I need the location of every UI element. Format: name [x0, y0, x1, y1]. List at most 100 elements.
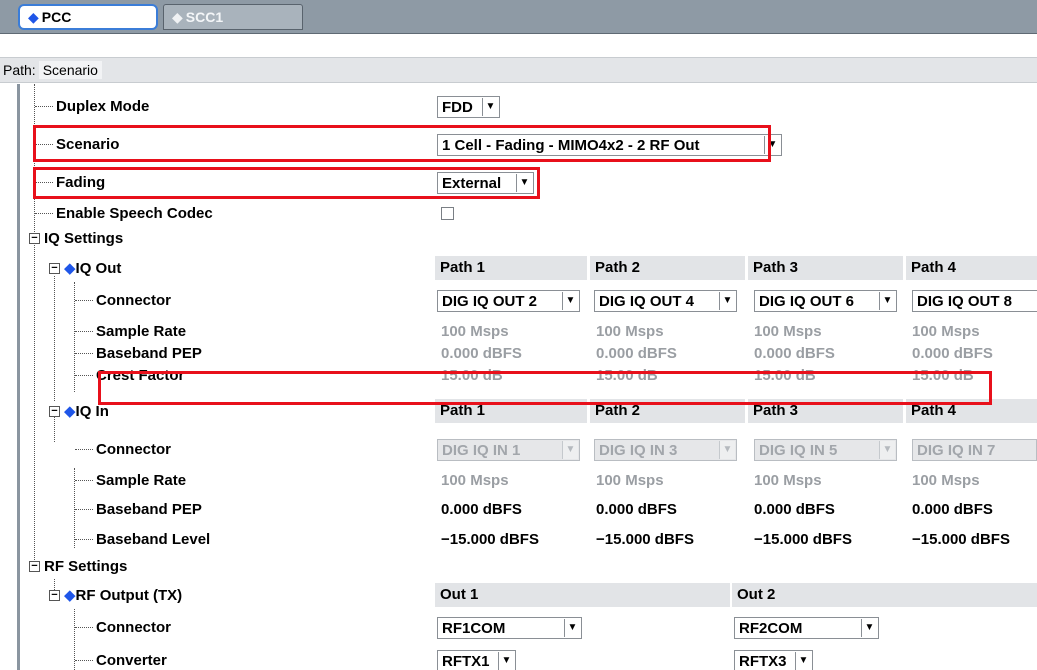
- value: 100 Msps: [754, 472, 822, 489]
- dropdown-value: DIG IQ OUT 6: [759, 292, 855, 310]
- row-iq-out: − ◆IQ Out Path 1 Path 2 Path 3 Path 4: [20, 256, 1037, 281]
- row-iq-in: − ◆IQ In Path 1 Path 2 Path 3 Path 4: [20, 399, 1037, 424]
- scenario-value: 1 Cell - Fading - MIMO4x2 - 2 RF Out: [442, 136, 700, 154]
- iq-out-path-2: Path 2: [590, 256, 745, 280]
- iq-out-text: IQ Out: [75, 260, 122, 277]
- chevron-down-icon: ▼: [879, 441, 895, 459]
- iq-out-connector-dropdown-4[interactable]: DIG IQ OUT 8: [912, 290, 1037, 312]
- chevron-down-icon: ▼: [719, 441, 735, 459]
- rf-output-label: ◆RF Output (TX): [64, 583, 183, 608]
- diamond-icon: ◆: [28, 8, 39, 25]
- row-rf-connector: Connector RF1COM ▼ RF2COM ▼: [20, 615, 1037, 640]
- chevron-down-icon: ▼: [516, 174, 532, 192]
- iq-in-path-2: Path 2: [590, 399, 745, 423]
- rf-settings-label: RF Settings: [44, 554, 128, 579]
- tab-scc1[interactable]: ◆ SCC1: [163, 4, 303, 30]
- dropdown-value: RFTX1: [442, 652, 490, 670]
- fading-value: External: [442, 174, 502, 192]
- dropdown-value: RF2COM: [739, 619, 803, 637]
- dropdown-value: RF1COM: [442, 619, 506, 637]
- iq-in-connector-dropdown-3[interactable]: DIG IQ IN 5 ▼: [754, 439, 897, 461]
- chevron-down-icon: ▼: [564, 619, 580, 637]
- rf-converter-dropdown-2[interactable]: RFTX3 ▼: [734, 650, 813, 670]
- row-iq-in-baseband-level: Baseband Level −15.000 dBFS −15.000 dBFS…: [20, 527, 1037, 552]
- iq-in-connector-dropdown-2[interactable]: DIG IQ IN 3 ▼: [594, 439, 737, 461]
- row-rf-output: − ◆RF Output (TX) Out 1 Out 2: [20, 583, 1037, 608]
- tab-pcc[interactable]: ◆ PCC: [18, 4, 158, 30]
- value: 100 Msps: [912, 472, 980, 489]
- diamond-icon: ◆: [64, 260, 76, 277]
- diamond-icon: ◆: [64, 403, 76, 420]
- iq-out-path-3: Path 3: [748, 256, 903, 280]
- value: 0.000 dBFS: [441, 501, 522, 518]
- iq-in-path-4: Path 4: [906, 399, 1037, 423]
- iq-in-path-1: Path 1: [435, 399, 587, 423]
- fading-dropdown[interactable]: External ▼: [437, 172, 534, 194]
- breadcrumb: Path: Scenario: [0, 57, 1037, 83]
- diamond-icon: ◆: [172, 8, 183, 25]
- value: 0.000 dBFS: [754, 501, 835, 518]
- row-iq-in-sample-rate: Sample Rate 100 Msps 100 Msps 100 Msps 1…: [20, 468, 1037, 493]
- scenario-dropdown[interactable]: 1 Cell - Fading - MIMO4x2 - 2 RF Out ▼: [437, 134, 782, 156]
- value: −15.000 dBFS: [596, 531, 694, 548]
- dropdown-value: RFTX3: [739, 652, 787, 670]
- row-iq-out-connector: Connector DIG IQ OUT 2 ▼ DIG IQ OUT 4 ▼ …: [20, 288, 1037, 313]
- rf-output-text: RF Output (TX): [75, 587, 183, 604]
- row-iq-in-baseband-pep: Baseband PEP 0.000 dBFS 0.000 dBFS 0.000…: [20, 497, 1037, 522]
- dropdown-value: DIG IQ OUT 8: [917, 292, 1013, 310]
- tab-bar: ◆ PCC ◆ SCC1: [0, 0, 1037, 34]
- collapse-icon[interactable]: −: [49, 590, 60, 601]
- iq-out-path-4: Path 4: [906, 256, 1037, 280]
- iq-out-connector-dropdown-2[interactable]: DIG IQ OUT 4 ▼: [594, 290, 737, 312]
- row-iq-settings: − IQ Settings: [20, 226, 1037, 251]
- diamond-icon: ◆: [64, 587, 76, 604]
- dropdown-value: DIG IQ IN 7: [917, 441, 996, 459]
- chevron-down-icon: ▼: [879, 292, 895, 310]
- collapse-icon[interactable]: −: [29, 561, 40, 572]
- iq-out-label: ◆IQ Out: [64, 256, 122, 281]
- collapse-icon[interactable]: −: [49, 263, 60, 274]
- row-speech-codec: Enable Speech Codec: [20, 201, 1037, 226]
- collapse-icon[interactable]: −: [49, 406, 60, 417]
- iq-in-sample-rate-label: Sample Rate: [96, 468, 187, 493]
- duplex-mode-label: Duplex Mode: [56, 94, 150, 119]
- row-iq-in-connector: Connector DIG IQ IN 1 ▼ DIG IQ IN 3 ▼ DI…: [20, 437, 1037, 462]
- rf-connector-dropdown-1[interactable]: RF1COM ▼: [437, 617, 582, 639]
- chevron-down-icon: ▼: [719, 292, 735, 310]
- row-scenario: Scenario 1 Cell - Fading - MIMO4x2 - 2 R…: [20, 132, 1037, 157]
- row-fading: Fading External ▼: [20, 170, 1037, 195]
- iq-in-baseband-pep-label: Baseband PEP: [96, 497, 202, 522]
- value: 0.000 dBFS: [912, 501, 993, 518]
- crest-factor-label: Crest Factor: [96, 363, 185, 388]
- path-label: Path:: [3, 62, 36, 78]
- chevron-down-icon: ▼: [482, 98, 498, 116]
- row-rf-settings: − RF Settings: [20, 554, 1037, 579]
- iq-out-connector-dropdown-3[interactable]: DIG IQ OUT 6 ▼: [754, 290, 897, 312]
- iq-in-connector-dropdown-1[interactable]: DIG IQ IN 1 ▼: [437, 439, 580, 461]
- value: 15.00 dB: [596, 367, 658, 384]
- dropdown-value: DIG IQ IN 5: [759, 441, 838, 459]
- iq-in-connector-dropdown-4[interactable]: DIG IQ IN 7: [912, 439, 1037, 461]
- iq-in-connector-label: Connector: [96, 437, 171, 462]
- rf-connector-label: Connector: [96, 615, 171, 640]
- tab-pcc-label: PCC: [41, 9, 72, 25]
- scenario-label: Scenario: [56, 132, 120, 157]
- iq-in-path-3: Path 3: [748, 399, 903, 423]
- rf-connector-dropdown-2[interactable]: RF2COM ▼: [734, 617, 879, 639]
- dropdown-value: DIG IQ IN 3: [599, 441, 678, 459]
- row-rf-converter: Converter RFTX1 ▼ RFTX3 ▼: [20, 648, 1037, 670]
- value: 100 Msps: [596, 472, 664, 489]
- iq-out-connector-dropdown-1[interactable]: DIG IQ OUT 2 ▼: [437, 290, 580, 312]
- value: 100 Msps: [441, 472, 509, 489]
- speech-codec-checkbox[interactable]: [441, 207, 454, 220]
- duplex-mode-dropdown[interactable]: FDD ▼: [437, 96, 500, 118]
- value: −15.000 dBFS: [754, 531, 852, 548]
- chevron-down-icon: ▼: [562, 292, 578, 310]
- value: 15.00 dB: [441, 367, 503, 384]
- value: 15.00 dB: [754, 367, 816, 384]
- path-value: Scenario: [38, 61, 102, 79]
- collapse-icon[interactable]: −: [29, 233, 40, 244]
- speech-codec-label: Enable Speech Codec: [56, 201, 213, 226]
- iq-out-connector-label: Connector: [96, 288, 171, 313]
- rf-converter-dropdown-1[interactable]: RFTX1 ▼: [437, 650, 516, 670]
